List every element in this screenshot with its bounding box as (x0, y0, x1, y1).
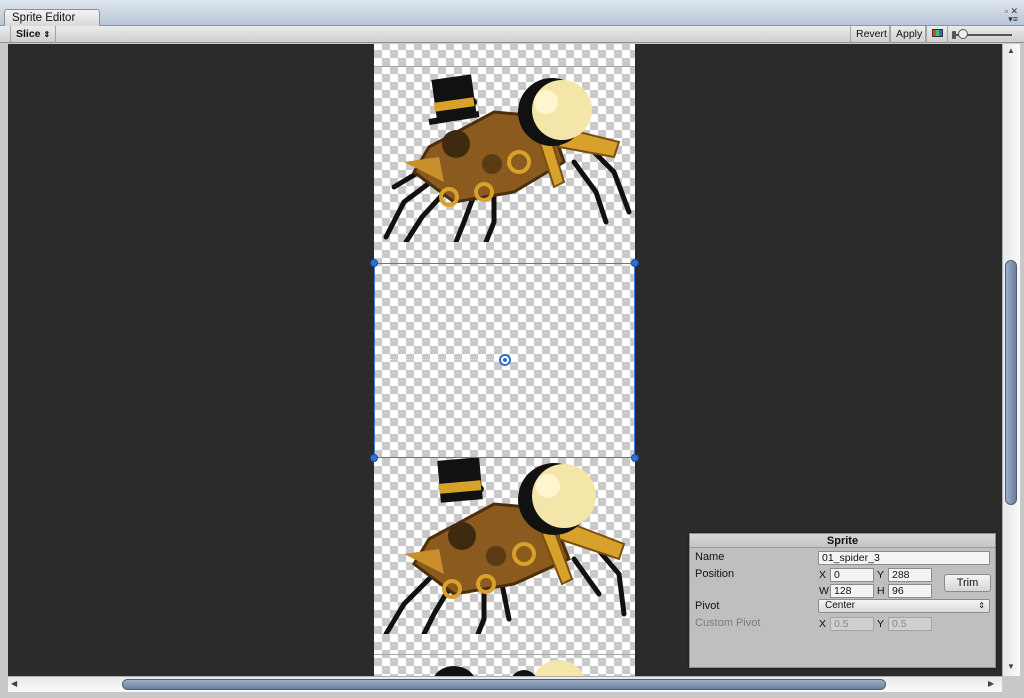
apply-button[interactable]: Apply (890, 26, 926, 43)
dropdown-arrow-icon: ⇕ (978, 601, 985, 610)
scroll-right-icon[interactable]: ▶ (988, 679, 994, 688)
rgb-channels-icon (932, 29, 943, 37)
name-field[interactable]: 01_spider_3 (818, 551, 990, 565)
vertical-scroll-thumb[interactable] (1005, 260, 1017, 505)
custom-x-label: X (819, 618, 827, 630)
scroll-up-icon[interactable]: ▲ (1007, 46, 1015, 55)
x-label: X (819, 569, 827, 581)
sprite-inspector-panel: Sprite Name 01_spider_3 Position X 0 Y 2… (689, 533, 996, 668)
spider-sprite-image (383, 457, 627, 634)
w-label: W (819, 585, 829, 597)
dropdown-arrow-icon: ⇕ (43, 30, 51, 39)
revert-button[interactable]: Revert (850, 26, 890, 43)
h-label: H (877, 585, 885, 597)
w-field[interactable]: 128 (830, 584, 874, 598)
h-field[interactable]: 96 (888, 584, 932, 598)
pivot-handle[interactable] (499, 354, 511, 366)
x-field[interactable]: 0 (830, 568, 874, 582)
name-label: Name (695, 551, 725, 563)
custom-y-label: Y (877, 618, 885, 630)
sprite-editor-window: Sprite Editor ▫ ✕ ▾≡ Slice ⇕ Revert Apply (0, 0, 1024, 698)
resize-handle[interactable] (370, 454, 378, 462)
custom-pivot-label: Custom Pivot (695, 617, 761, 629)
position-label: Position (695, 568, 735, 580)
pivot-label: Pivot (695, 600, 720, 612)
pivot-value: Center (825, 600, 856, 611)
zoom-slider-handle[interactable] (958, 29, 968, 39)
slice-boundary (374, 66, 635, 67)
horizontal-scroll-thumb[interactable] (122, 679, 886, 690)
tab-bar: Sprite Editor ▫ ✕ ▾≡ (0, 0, 1024, 27)
toolbar: Slice ⇕ Revert Apply (0, 26, 1024, 43)
slice-label: Slice (16, 28, 41, 40)
pivot-guide (390, 359, 494, 360)
custom-pivot-x-field: 0.5 (830, 617, 874, 631)
spider-sprite-image (383, 74, 632, 242)
scroll-down-icon[interactable]: ▼ (1007, 662, 1015, 671)
horizontal-scrollbar[interactable]: ◀ ▶ (8, 676, 1002, 692)
slice-dropdown[interactable]: Slice ⇕ (10, 26, 57, 43)
resize-handle[interactable] (631, 259, 639, 267)
scroll-left-icon[interactable]: ◀ (11, 679, 17, 688)
panel-title: Sprite (690, 534, 995, 548)
y-label: Y (877, 569, 885, 581)
resize-handle[interactable] (370, 259, 378, 267)
pivot-select[interactable]: Center ⇕ (818, 599, 990, 613)
custom-pivot-y-field: 0.5 (888, 617, 932, 631)
vertical-scrollbar[interactable]: ▲ ▼ (1002, 44, 1020, 676)
y-field[interactable]: 288 (888, 568, 932, 582)
trim-button[interactable]: Trim (944, 574, 991, 592)
spider-sprite-image (434, 660, 585, 676)
resize-handle[interactable] (631, 454, 639, 462)
color-channels-button[interactable] (926, 26, 948, 43)
tab-sprite-editor[interactable]: Sprite Editor (4, 9, 100, 27)
window-controls-icon[interactable]: ▫ ✕ ▾≡ (994, 7, 1018, 24)
slice-boundary (374, 654, 635, 655)
